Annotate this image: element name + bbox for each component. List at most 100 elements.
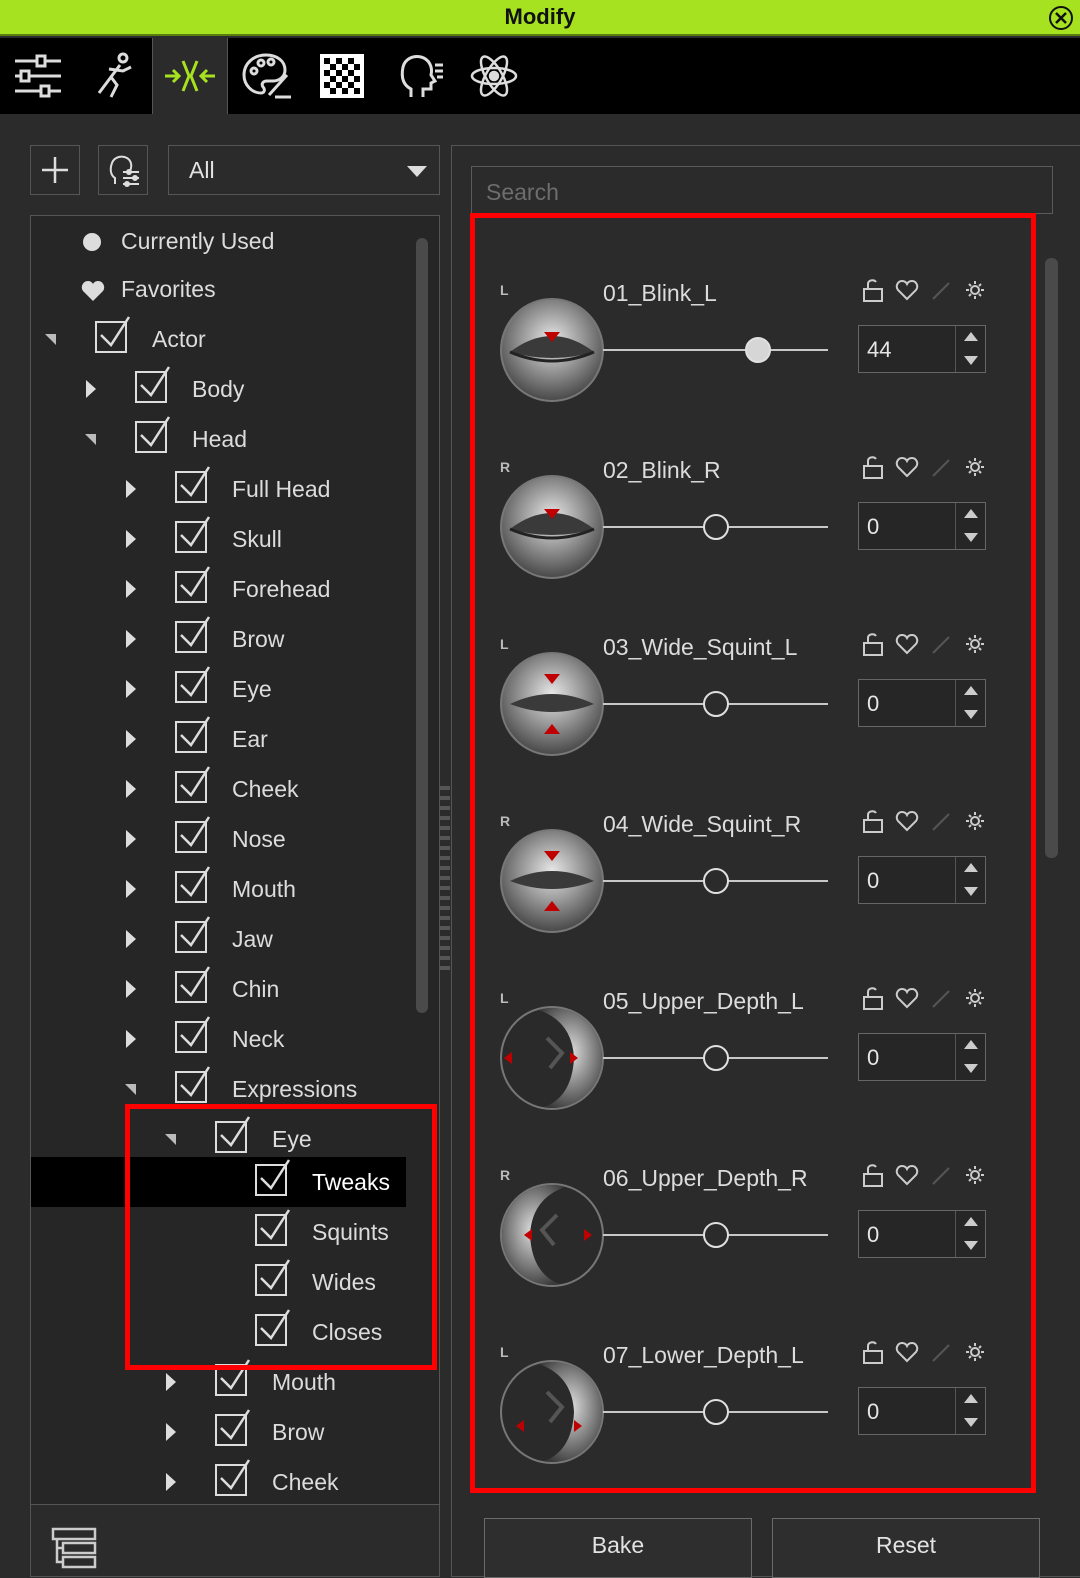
tree-item-wides[interactable]: Wides bbox=[31, 1257, 439, 1307]
slider-handle[interactable] bbox=[703, 868, 729, 894]
tree-item-expr-child[interactable]: Cheek bbox=[31, 1457, 439, 1504]
collapsed-arrow-icon[interactable] bbox=[126, 580, 136, 598]
checkbox[interactable] bbox=[175, 1066, 211, 1103]
checkbox[interactable] bbox=[255, 1159, 291, 1196]
tree-item-head-child[interactable]: Brow bbox=[31, 614, 439, 664]
collapsed-arrow-icon[interactable] bbox=[166, 1423, 176, 1441]
decrement-icon[interactable] bbox=[964, 1418, 978, 1427]
value-spinbox[interactable]: 0 bbox=[858, 856, 986, 904]
pencil-icon[interactable] bbox=[929, 1339, 953, 1365]
decrement-icon[interactable] bbox=[964, 710, 978, 719]
heart-icon[interactable] bbox=[895, 1162, 919, 1188]
close-icon[interactable] bbox=[1048, 5, 1074, 31]
slider-handle[interactable] bbox=[703, 514, 729, 540]
unlock-icon[interactable] bbox=[861, 454, 885, 480]
tree-item-head-child[interactable]: Mouth bbox=[31, 864, 439, 914]
heart-icon[interactable] bbox=[895, 454, 919, 480]
tree-item-expressions[interactable]: Expressions bbox=[31, 1064, 439, 1114]
actor-settings-button[interactable] bbox=[98, 145, 148, 195]
pencil-icon[interactable] bbox=[929, 985, 953, 1011]
tree-item-head-child[interactable]: Full Head bbox=[31, 464, 439, 514]
checkbox[interactable] bbox=[175, 716, 211, 753]
increment-icon[interactable] bbox=[964, 1217, 978, 1226]
bake-button[interactable]: Bake bbox=[484, 1518, 752, 1578]
checkbox[interactable] bbox=[255, 1209, 291, 1246]
tree-item-head-child[interactable]: Jaw bbox=[31, 914, 439, 964]
tree-item-head-child[interactable]: Cheek bbox=[31, 764, 439, 814]
checkbox[interactable] bbox=[175, 516, 211, 553]
checkbox[interactable] bbox=[175, 666, 211, 703]
increment-icon[interactable] bbox=[964, 509, 978, 518]
expanded-arrow-icon[interactable] bbox=[85, 434, 96, 445]
increment-icon[interactable] bbox=[964, 863, 978, 872]
gear-icon[interactable] bbox=[963, 1162, 987, 1188]
tree-item-head-child[interactable]: Neck bbox=[31, 1014, 439, 1064]
unlock-icon[interactable] bbox=[861, 1339, 885, 1365]
slider-handle[interactable] bbox=[703, 691, 729, 717]
panel-splitter[interactable] bbox=[440, 780, 450, 970]
checkbox[interactable] bbox=[255, 1309, 291, 1346]
collapsed-arrow-icon[interactable] bbox=[166, 1373, 176, 1391]
expanded-arrow-icon[interactable] bbox=[165, 1134, 176, 1145]
pencil-icon[interactable] bbox=[929, 808, 953, 834]
heart-icon[interactable] bbox=[895, 1339, 919, 1365]
unlock-icon[interactable] bbox=[861, 985, 885, 1011]
tab-head[interactable] bbox=[380, 38, 456, 114]
pencil-icon[interactable] bbox=[929, 454, 953, 480]
heart-icon[interactable] bbox=[895, 985, 919, 1011]
value-spinbox[interactable]: 44 bbox=[858, 325, 986, 373]
value-spinbox[interactable]: 0 bbox=[858, 502, 986, 550]
checkbox[interactable] bbox=[175, 966, 211, 1003]
tree-item-head-child[interactable]: Chin bbox=[31, 964, 439, 1014]
collapsed-arrow-icon[interactable] bbox=[126, 880, 136, 898]
decrement-icon[interactable] bbox=[964, 1064, 978, 1073]
slider-handle[interactable] bbox=[703, 1222, 729, 1248]
tree-item-head[interactable]: Head bbox=[31, 414, 439, 464]
collapsed-arrow-icon[interactable] bbox=[126, 980, 136, 998]
gear-icon[interactable] bbox=[963, 454, 987, 480]
gear-icon[interactable] bbox=[963, 631, 987, 657]
increment-icon[interactable] bbox=[964, 332, 978, 341]
tree-item-body[interactable]: Body bbox=[31, 364, 439, 414]
tab-texture[interactable] bbox=[304, 38, 380, 114]
decrement-icon[interactable] bbox=[964, 1241, 978, 1250]
checkbox[interactable] bbox=[175, 1016, 211, 1053]
collapsed-arrow-icon[interactable] bbox=[126, 480, 136, 498]
tree-item-head-child[interactable]: Ear bbox=[31, 714, 439, 764]
tree-item-head-child[interactable]: Skull bbox=[31, 514, 439, 564]
gear-icon[interactable] bbox=[963, 1339, 987, 1365]
tab-palette[interactable] bbox=[228, 38, 304, 114]
collapsed-arrow-icon[interactable] bbox=[126, 830, 136, 848]
tree-item-closes[interactable]: Closes bbox=[31, 1307, 439, 1357]
gear-icon[interactable] bbox=[963, 277, 987, 303]
tab-physics[interactable] bbox=[456, 38, 532, 114]
tree-item-squints[interactable]: Squints bbox=[31, 1207, 439, 1257]
collapsed-arrow-icon[interactable] bbox=[126, 680, 136, 698]
heart-icon[interactable] bbox=[895, 277, 919, 303]
checkbox[interactable] bbox=[215, 1116, 251, 1153]
checkbox[interactable] bbox=[135, 416, 171, 453]
increment-icon[interactable] bbox=[964, 686, 978, 695]
reset-button[interactable]: Reset bbox=[772, 1518, 1040, 1578]
tree-item-expr-child[interactable]: Mouth bbox=[31, 1357, 439, 1407]
add-button[interactable] bbox=[30, 145, 80, 195]
slider-handle[interactable] bbox=[703, 1045, 729, 1071]
collapsed-arrow-icon[interactable] bbox=[126, 1030, 136, 1048]
unlock-icon[interactable] bbox=[861, 1162, 885, 1188]
unlock-icon[interactable] bbox=[861, 277, 885, 303]
tree-item-head-child[interactable]: Nose bbox=[31, 814, 439, 864]
filter-dropdown[interactable]: All bbox=[168, 145, 440, 195]
search-input[interactable]: Search bbox=[471, 166, 1053, 214]
collapsed-arrow-icon[interactable] bbox=[126, 780, 136, 798]
collapsed-arrow-icon[interactable] bbox=[86, 380, 96, 398]
tree-item-expr-child[interactable]: Brow bbox=[31, 1407, 439, 1457]
checkbox[interactable] bbox=[175, 566, 211, 603]
pencil-icon[interactable] bbox=[929, 1162, 953, 1188]
tab-morph[interactable] bbox=[152, 38, 228, 114]
collapsed-arrow-icon[interactable] bbox=[166, 1473, 176, 1491]
unlock-icon[interactable] bbox=[861, 808, 885, 834]
expanded-arrow-icon[interactable] bbox=[125, 1084, 136, 1095]
tree-item-head-child[interactable]: Forehead bbox=[31, 564, 439, 614]
checkbox[interactable] bbox=[215, 1359, 251, 1396]
checkbox[interactable] bbox=[175, 866, 211, 903]
